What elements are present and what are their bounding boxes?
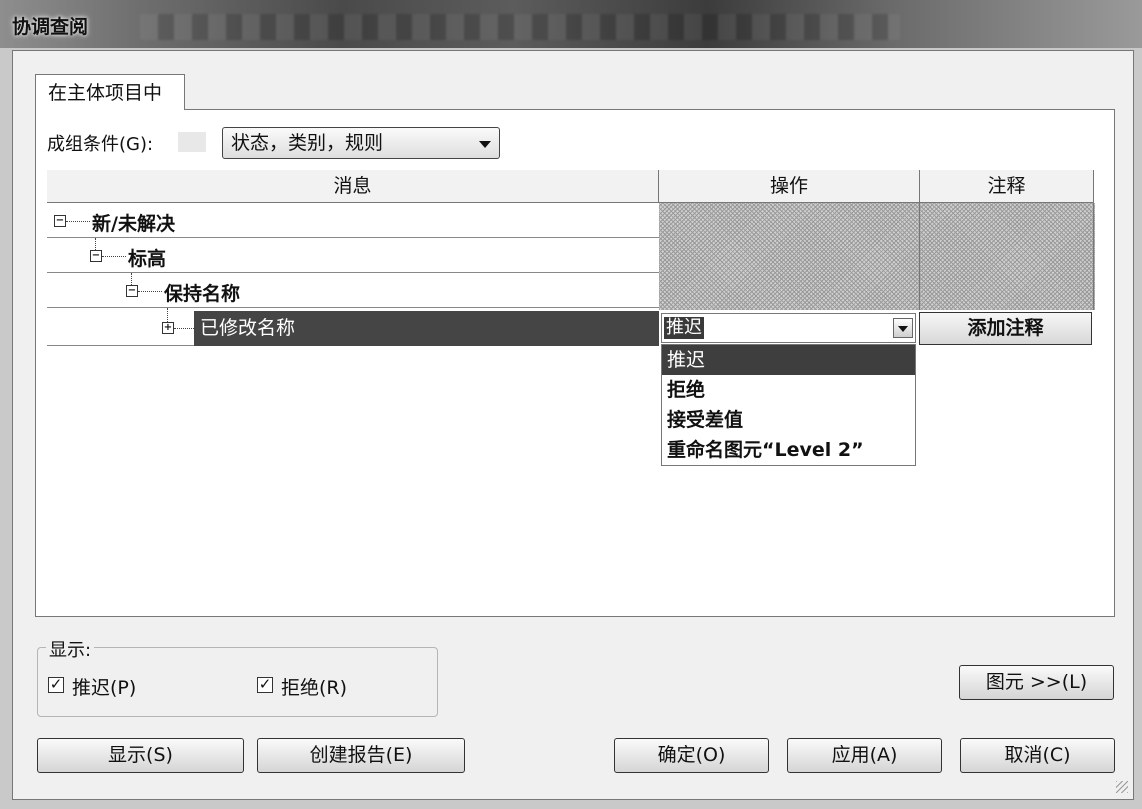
collapse-icon[interactable]: − [54,215,66,227]
group-by-select[interactable]: 状态，类别，规则 [222,127,500,159]
tree-connector [66,221,90,222]
column-header-message[interactable]: 消息 [47,170,659,203]
add-comment-button[interactable]: 添加注释 [919,312,1092,345]
defer-checkbox-label: 推迟(P) [72,677,137,699]
dropdown-option-rename-element[interactable]: 重命名图元“Level 2” [662,435,915,465]
cancel-button[interactable]: 取消(C) [960,738,1115,773]
ok-button[interactable]: 确定(O) [614,738,769,773]
expand-icon[interactable]: + [162,322,174,334]
tree-row[interactable]: − 标高 [47,238,659,273]
tab-host-project[interactable]: 在主体项目中 [35,74,185,110]
action-select-value: 推迟 [664,317,704,339]
show-group-label: 显示: [46,636,95,662]
tree-row[interactable]: − 新/未解决 [47,203,659,238]
apply-button[interactable]: 应用(A) [787,738,942,773]
dropdown-option-accept-difference[interactable]: 接受差值 [662,405,915,435]
tree-label: 新/未解决 [92,213,175,235]
tree-row[interactable]: − 保持名称 [47,273,659,308]
title-bar[interactable]: 协调查阅 [0,0,1142,48]
column-header-action[interactable]: 操作 [659,170,920,203]
resize-grip-icon[interactable] [1116,781,1128,793]
create-report-button[interactable]: 创建报告(E) [257,738,465,773]
column-header-comment[interactable]: 注释 [920,170,1094,203]
dropdown-option-reject[interactable]: 拒绝 [662,375,915,405]
dropdown-option-defer[interactable]: 推迟 [662,345,915,375]
reject-checkbox[interactable]: ✓ [257,677,273,693]
group-by-value: 状态，类别，规则 [231,132,384,154]
tree-label: 保持名称 [164,283,241,305]
disabled-cells [659,203,1095,310]
tree-connector [167,308,168,322]
group-label-shade [178,132,206,152]
tree-connector [174,328,194,329]
chevron-down-icon [479,141,491,148]
action-dropdown-list: 推迟 拒绝 接受差值 重命名图元“Level 2” [661,344,916,466]
show-button[interactable]: 显示(S) [37,738,244,773]
column-divider [919,203,920,310]
window-title: 协调查阅 [12,16,89,38]
collapse-icon[interactable]: − [90,250,102,262]
tree-connector [102,256,126,257]
tree-connector [138,291,162,292]
defer-checkbox[interactable]: ✓ [48,677,64,693]
action-select[interactable]: 推迟 [661,313,916,343]
reject-checkbox-label: 拒绝(R) [281,677,348,699]
tree-connector [131,273,132,285]
tree-connector [95,238,96,250]
column-divider [1093,203,1094,310]
chevron-down-icon[interactable] [893,318,913,338]
title-bar-blur [140,14,900,40]
selected-item-label[interactable]: 已修改名称 [194,311,659,346]
tree-label: 标高 [128,248,167,270]
elements-button[interactable]: 图元 >>(L) [959,665,1114,700]
group-by-label: 成组条件(G): [47,134,154,155]
collapse-icon[interactable]: − [126,285,138,297]
